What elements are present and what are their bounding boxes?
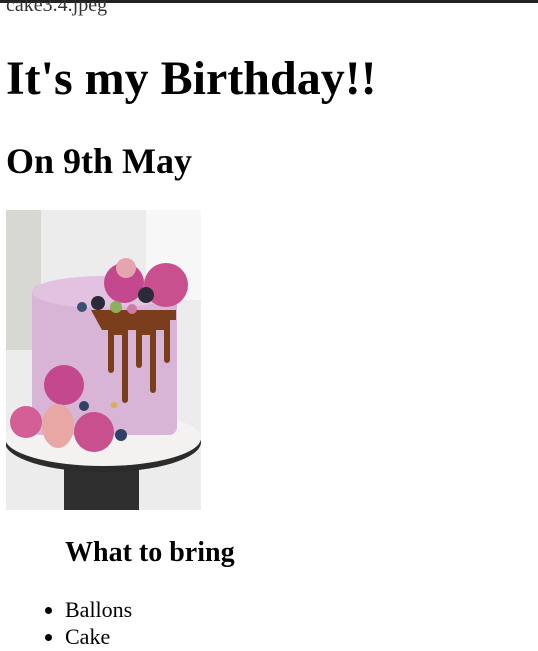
peony-bottom <box>74 412 114 452</box>
pistachio-1 <box>110 301 122 313</box>
page-subtitle: On 9th May <box>6 141 193 181</box>
cake-image <box>6 210 201 510</box>
blueberry-1 <box>77 302 87 312</box>
cake-illustration <box>6 210 201 510</box>
peony-side <box>44 365 84 405</box>
list-item: Ballons <box>65 596 132 623</box>
rosebud-1 <box>127 304 137 314</box>
peony-left <box>10 406 42 438</box>
page-title: It's my Birthday!! <box>6 52 377 105</box>
blueberry-3 <box>79 401 89 411</box>
blueberry-2 <box>115 429 127 441</box>
image-filename-text: cake3.4.jpeg <box>6 0 108 16</box>
gold-leaf <box>111 402 117 408</box>
macaron-bottom <box>42 404 74 448</box>
blackberry-2 <box>91 296 105 310</box>
section-title-what-to-bring: What to bring <box>65 537 235 568</box>
list-item: Cake <box>65 623 132 650</box>
macaron-top <box>116 258 136 278</box>
blackberry-1 <box>138 287 154 303</box>
bring-list: Ballons Cake <box>25 596 132 650</box>
